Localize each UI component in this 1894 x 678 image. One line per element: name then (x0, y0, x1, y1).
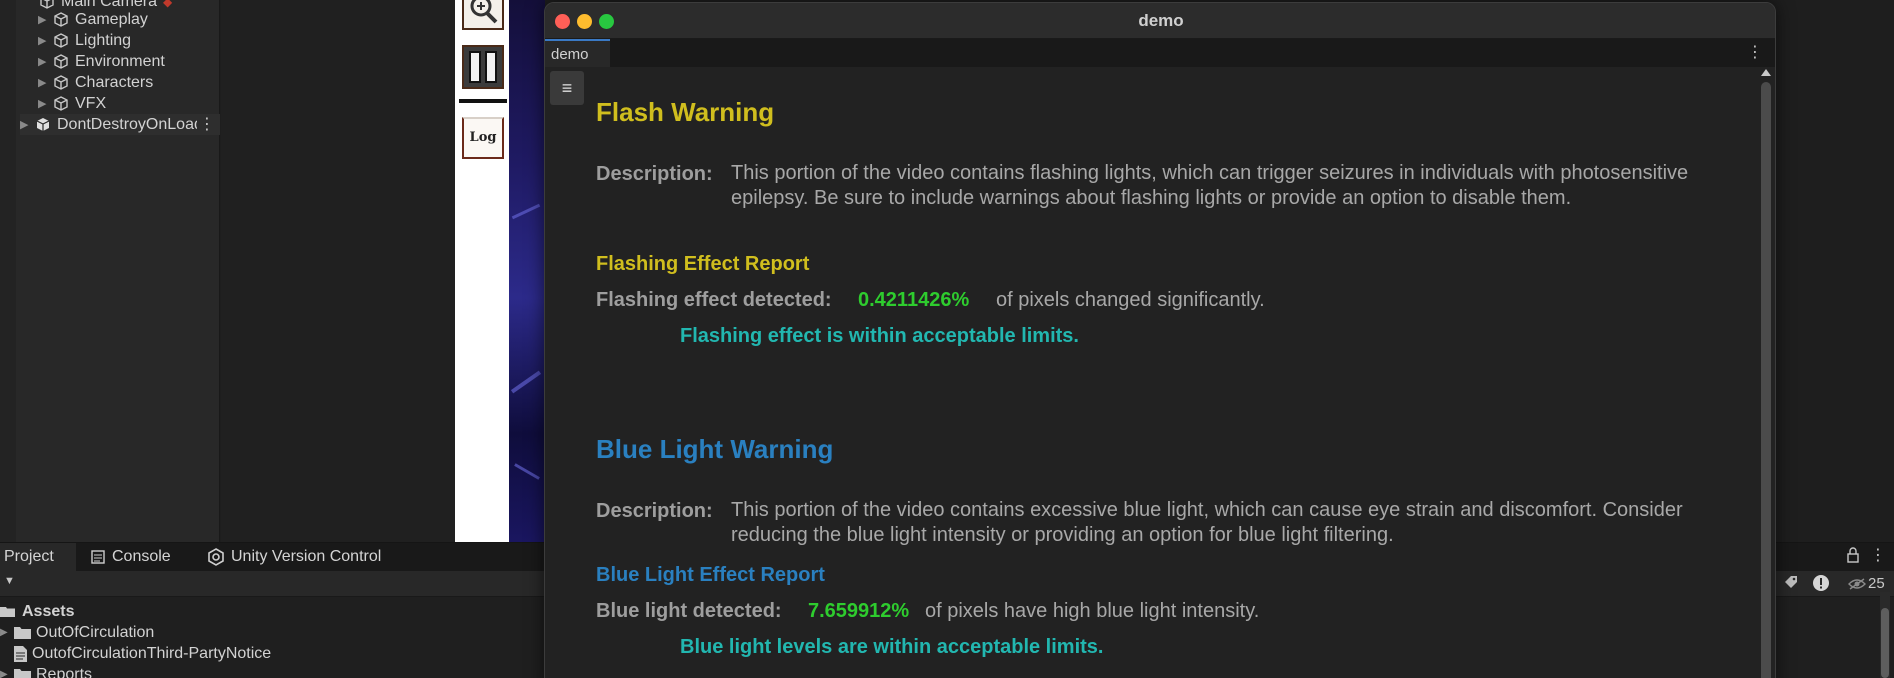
alert-filter-icon[interactable] (1812, 574, 1830, 597)
toolbar-divider (459, 99, 507, 103)
blue-light-detected-value: 7.659912% (808, 600, 910, 622)
project-scrollbar[interactable] (1880, 592, 1890, 678)
blue-light-report-heading: Blue Light Effect Report (596, 564, 825, 586)
gameobject-cube-icon (54, 74, 68, 90)
gameobject-cube-icon (54, 95, 68, 111)
pause-button[interactable] (462, 45, 504, 89)
close-window-button[interactable] (555, 14, 570, 29)
blue-light-warning-heading: Blue Light Warning (596, 434, 834, 464)
blue-light-detected-suffix: of pixels have high blue light intensity… (925, 600, 1260, 622)
hierarchy-item-label: Gameplay (75, 10, 148, 28)
flash-detected-suffix: of pixels changed significantly. (996, 289, 1265, 311)
hierarchy-item-menu-icon[interactable]: ⋮ (199, 114, 215, 134)
tab-project[interactable]: Project (0, 543, 76, 571)
log-button[interactable]: Log (462, 117, 504, 159)
hierarchy-item-label: VFX (75, 94, 107, 112)
hierarchy-gutter (0, 0, 16, 542)
flash-detected-value: 0.4211426% (858, 289, 970, 311)
expand-arrow-icon[interactable]: ▶ (38, 13, 52, 26)
expand-arrow-icon[interactable]: ▶ (38, 34, 52, 47)
zoom-icon[interactable] (462, 0, 504, 30)
lock-icon[interactable] (1846, 547, 1860, 568)
report-scrollbar[interactable] (1759, 67, 1773, 678)
hamburger-menu-icon[interactable]: ≡ (550, 71, 584, 105)
scene-root-icon (36, 117, 50, 131)
hierarchy-item-label: DontDestroyOnLoad (57, 115, 197, 133)
flash-description-text: This portion of the video contains flash… (731, 162, 1689, 209)
tab-label: Project (4, 548, 54, 565)
scroll-up-arrow-icon[interactable] (1761, 69, 1771, 76)
scene-background (221, 0, 455, 542)
pause-icon (469, 51, 497, 83)
tab-console[interactable]: Console (90, 543, 171, 571)
hierarchy-item-dontdestroyonload[interactable]: ▶ DontDestroyOnLoad (20, 114, 220, 135)
flash-report-heading: Flashing Effect Report (596, 253, 810, 275)
folder-open-icon (0, 607, 15, 617)
expand-arrow-icon[interactable]: ▶ (38, 55, 52, 68)
scrollbar-thumb[interactable] (1761, 82, 1771, 678)
console-icon (91, 550, 105, 564)
flash-detected-label: Flashing effect detected: (596, 289, 832, 311)
hierarchy-item-characters[interactable]: ▶ Characters (38, 72, 153, 93)
panel-menu-icon[interactable]: ⋮ (1870, 545, 1886, 565)
assets-label: Assets (22, 602, 75, 620)
game-view (509, 0, 545, 542)
flash-warning-heading: Flash Warning (596, 97, 775, 127)
folder-icon (14, 627, 31, 639)
asset-label: Reports (36, 665, 93, 678)
hierarchy-item-environment[interactable]: ▶ Environment (38, 51, 165, 72)
blue-light-description-label: Description: (596, 500, 713, 522)
tab-demo[interactable]: demo (545, 39, 610, 67)
hierarchy-item-label: Characters (75, 73, 154, 91)
hierarchy-item-label: Lighting (75, 31, 132, 49)
asset-file-notice[interactable]: OutofCirculationThird-PartyNotice (0, 643, 271, 664)
document-icon (14, 645, 27, 662)
blue-light-detected-label: Blue light detected: (596, 600, 782, 622)
hierarchy-item-gameplay[interactable]: ▶ Gameplay (38, 9, 148, 30)
visibility-count: 25 (1868, 575, 1885, 592)
version-control-icon (208, 548, 224, 566)
flash-description-label: Description: (596, 163, 713, 185)
window-titlebar[interactable]: demo (545, 3, 1775, 39)
warning-marker-icon: ◆ (163, 0, 173, 9)
maximize-window-button[interactable] (599, 14, 614, 29)
assets-root[interactable]: Assets (0, 601, 74, 622)
asset-label: OutofCirculationThird-PartyNotice (32, 644, 272, 662)
flash-status: Flashing effect is within acceptable lim… (680, 325, 1079, 347)
demo-window: demo demo ⋮ ≡ Flash Warning Description:… (544, 2, 1776, 678)
hierarchy-panel: Main Camera ◆ ▶ Gameplay ▶ Lighting ▶ En… (0, 0, 220, 542)
eye-icon (1848, 577, 1866, 590)
hierarchy-item-vfx[interactable]: ▶ VFX (38, 93, 106, 114)
hierarchy-item-label: Environment (75, 52, 165, 70)
gameobject-cube-icon (54, 53, 68, 69)
tab-label: Console (112, 548, 171, 565)
gameobject-cube-icon (54, 11, 68, 27)
window-tab-bar: demo ⋮ (545, 39, 1775, 67)
asset-label: OutOfCirculation (36, 623, 155, 641)
gameobject-cube-icon (54, 32, 68, 48)
tab-unity-version-control[interactable]: Unity Version Control (207, 543, 381, 571)
blue-light-status: Blue light levels are within acceptable … (680, 636, 1104, 658)
minimize-window-button[interactable] (577, 14, 592, 29)
expand-arrow-icon[interactable]: ▶ (38, 76, 52, 89)
unity-editor: Main Camera ◆ ▶ Gameplay ▶ Lighting ▶ En… (0, 0, 1894, 678)
report-content: ≡ Flash Warning Description: This portio… (545, 67, 1775, 678)
tab-label: Unity Version Control (231, 548, 382, 565)
asset-folder-outofcirculation[interactable]: ▶ OutOfCirculation (0, 622, 154, 643)
asset-folder-reports[interactable]: ▶ Reports (0, 664, 92, 678)
expand-arrow-icon[interactable]: ▶ (20, 118, 34, 131)
tab-menu-icon[interactable]: ⋮ (1747, 39, 1763, 67)
expand-arrow-icon[interactable]: ▶ (0, 627, 14, 638)
window-title: demo (1138, 11, 1184, 30)
magnifier-icon (470, 0, 498, 24)
hierarchy-item-lighting[interactable]: ▶ Lighting (38, 30, 131, 51)
label-filter-icon[interactable] (1783, 574, 1799, 595)
create-dropdown-icon[interactable]: ▼ (4, 575, 15, 587)
expand-arrow-icon[interactable]: ▶ (38, 97, 52, 110)
expand-arrow-icon[interactable]: ▶ (0, 669, 14, 678)
blue-light-description-text: This portion of the video contains exces… (731, 499, 1683, 546)
visibility-toggle[interactable]: 25 (1848, 575, 1885, 592)
folder-icon (14, 669, 31, 678)
